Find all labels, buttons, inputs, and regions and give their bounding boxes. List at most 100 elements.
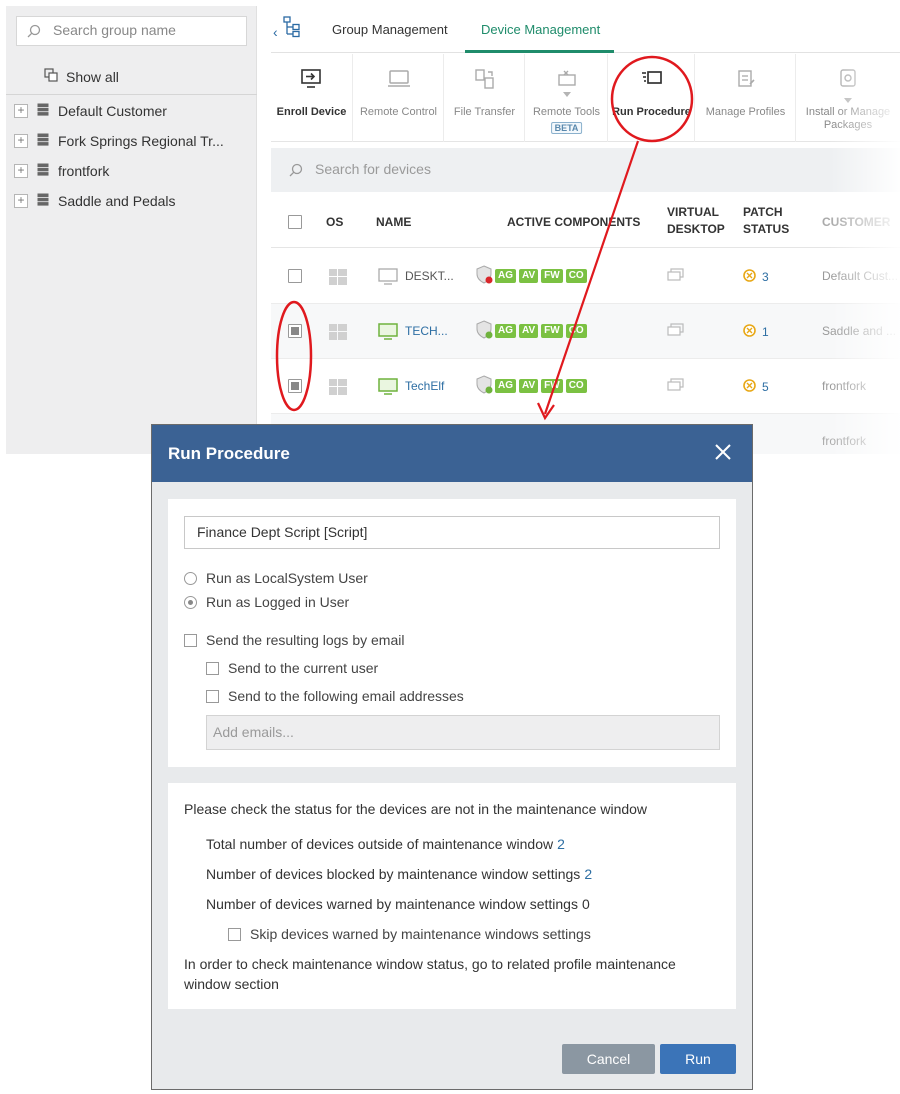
windows-icon (329, 269, 347, 288)
group-item-frontfork[interactable]: + frontfork (14, 163, 109, 179)
active-components: AG AV FW CO (495, 269, 587, 283)
remote-control-button[interactable]: Remote Control (354, 54, 444, 142)
install-packages-button[interactable]: Install or Manage Packages (797, 54, 899, 142)
expand-icon[interactable]: + (14, 134, 28, 148)
run-as-localsystem-option[interactable]: Run as LocalSystem User (184, 570, 368, 586)
emails-input[interactable]: Add emails... (206, 715, 720, 750)
radio-button[interactable] (184, 571, 197, 585)
device-name[interactable]: TechElf (405, 379, 444, 393)
customer-name: frontfork (822, 434, 867, 448)
chevron-down-icon (562, 92, 571, 97)
tab-device-management[interactable]: Device Management (481, 22, 600, 37)
remote-control-icon (387, 68, 411, 93)
patch-count: 5 (762, 380, 769, 394)
show-all-link[interactable]: Show all (44, 68, 119, 85)
device-search-bar[interactable] (271, 148, 900, 192)
table-row[interactable]: TECH... AG AV FW CO 1 Saddle and ... (271, 304, 900, 359)
col-header-patch-status[interactable]: PATCH STATUS (743, 204, 803, 238)
dialog-header: Run Procedure (152, 425, 752, 482)
row-checkbox[interactable] (288, 269, 302, 283)
select-all-checkbox[interactable] (288, 215, 302, 229)
device-toolbar: Enroll Device Remote Control File Transf… (271, 54, 900, 142)
device-name[interactable]: TECH... (405, 324, 448, 338)
run-procedure-button[interactable]: Run Procedure (609, 54, 695, 142)
col-header-os[interactable]: OS (326, 214, 343, 231)
maintenance-note: In order to check maintenance window sta… (184, 956, 676, 992)
remote-tools-icon (555, 68, 579, 93)
patch-count: 3 (762, 270, 769, 284)
radio-button[interactable] (184, 595, 197, 609)
group-search-input[interactable] (53, 22, 238, 38)
virtual-desktop-icon[interactable] (667, 268, 685, 285)
expand-icon[interactable]: + (14, 194, 28, 208)
table-row[interactable]: TechElf AG AV FW CO 5 frontfork (271, 359, 900, 414)
component-badge: FW (541, 269, 563, 283)
group-item-label: Saddle and Pedals (58, 193, 176, 209)
group-item-fork-springs[interactable]: + Fork Springs Regional Tr... (14, 133, 224, 149)
virtual-desktop-icon[interactable] (667, 378, 685, 395)
collapse-sidebar-icon[interactable]: ‹ (273, 24, 278, 40)
windows-icon (329, 379, 347, 398)
group-item-label: Fork Springs Regional Tr... (58, 133, 224, 149)
row-checkbox[interactable] (288, 324, 302, 338)
remote-tools-button[interactable]: Remote Tools BETA (526, 54, 608, 142)
tab-group-management[interactable]: Group Management (332, 22, 448, 37)
close-icon[interactable] (714, 443, 732, 464)
component-badge: FW (541, 324, 563, 338)
run-procedure-icon (640, 68, 664, 93)
group-item-default-customer[interactable]: + Default Customer (14, 103, 167, 119)
manage-profiles-button[interactable]: Manage Profiles (696, 54, 796, 142)
device-search-input[interactable] (315, 161, 715, 177)
toolbar-label: Remote Tools (532, 106, 601, 118)
device-name[interactable]: DESKT... (405, 269, 454, 283)
toolbar-label: Install or Manage Packages (805, 106, 891, 131)
maintenance-status-panel: Please check the status for the devices … (168, 783, 736, 1009)
send-following-emails-option[interactable]: Send to the following email addresses (206, 688, 464, 704)
patch-status[interactable]: 3 (743, 269, 769, 285)
run-as-logged-in-option[interactable]: Run as Logged in User (184, 594, 349, 610)
component-badge: AV (519, 379, 539, 393)
run-button[interactable]: Run (660, 1044, 736, 1074)
send-logs-option[interactable]: Send the resulting logs by email (184, 632, 404, 648)
virtual-desktop-icon[interactable] (667, 323, 685, 340)
patch-warning-icon (743, 379, 756, 395)
group-icon (37, 103, 49, 119)
checkbox[interactable] (184, 633, 197, 647)
group-icon (37, 133, 49, 149)
security-shield-icon (476, 265, 494, 288)
device-management-panel: ‹ Group Management Device Management Enr… (271, 6, 900, 454)
col-header-name[interactable]: NAME (376, 214, 411, 231)
desktop-online-icon (378, 378, 398, 399)
row-checkbox[interactable] (288, 379, 302, 393)
patch-status[interactable]: 1 (743, 324, 769, 340)
send-current-user-option[interactable]: Send to the current user (206, 660, 378, 676)
patch-count: 1 (762, 325, 769, 339)
toolbar-label: Manage Profiles (705, 106, 786, 118)
outside-window-line: Total number of devices outside of maint… (206, 834, 565, 854)
checkbox[interactable] (206, 661, 219, 675)
expand-icon[interactable]: + (14, 104, 28, 118)
component-badge: AV (519, 269, 539, 283)
group-search-box[interactable] (16, 16, 247, 46)
enroll-device-button[interactable]: Enroll Device (271, 54, 353, 142)
active-components: AG AV FW CO (495, 324, 587, 338)
file-transfer-button[interactable]: File Transfer (445, 54, 525, 142)
patch-status[interactable]: 5 (743, 379, 769, 395)
sidebar-divider (6, 94, 257, 95)
stat-label: Total number of devices outside of maint… (206, 836, 554, 852)
checkbox[interactable] (228, 927, 241, 941)
component-badge: AG (495, 269, 516, 283)
stat-value[interactable]: 2 (557, 836, 565, 852)
cancel-button[interactable]: Cancel (562, 1044, 655, 1074)
skip-warned-option[interactable]: Skip devices warned by maintenance windo… (228, 926, 591, 942)
checkbox[interactable] (206, 689, 219, 703)
group-tree-icon[interactable] (283, 16, 301, 41)
search-icon (289, 163, 303, 180)
table-row[interactable]: DESKT... AG AV FW CO 3 Default Cust... (271, 249, 900, 304)
col-header-customer[interactable]: CUSTOMER (822, 214, 890, 231)
expand-icon[interactable]: + (14, 164, 28, 178)
component-badge: FW (541, 379, 563, 393)
stat-value[interactable]: 2 (584, 866, 592, 882)
group-item-saddle-and-pedals[interactable]: + Saddle and Pedals (14, 193, 176, 209)
procedure-select[interactable]: Finance Dept Script [Script] (184, 516, 720, 549)
